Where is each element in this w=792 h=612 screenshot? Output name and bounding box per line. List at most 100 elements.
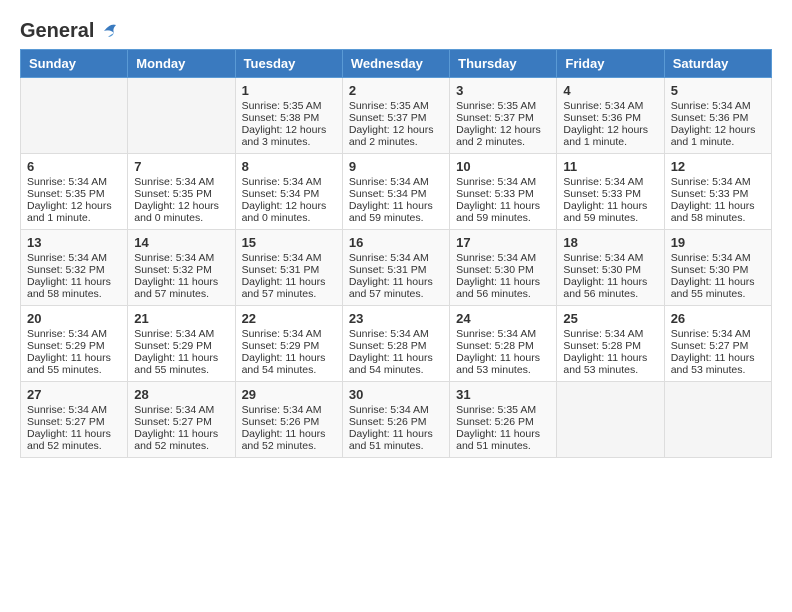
calendar-cell: 4Sunrise: 5:34 AMSunset: 5:36 PMDaylight… bbox=[557, 78, 664, 154]
calendar-cell: 5Sunrise: 5:34 AMSunset: 5:36 PMDaylight… bbox=[664, 78, 771, 154]
day-info: Sunset: 5:27 PM bbox=[27, 416, 121, 428]
calendar-cell: 14Sunrise: 5:34 AMSunset: 5:32 PMDayligh… bbox=[128, 230, 235, 306]
day-number: 7 bbox=[134, 159, 228, 174]
day-info: Daylight: 11 hours and 52 minutes. bbox=[134, 428, 228, 452]
day-info: Daylight: 11 hours and 53 minutes. bbox=[563, 352, 657, 376]
day-info: Sunrise: 5:34 AM bbox=[456, 176, 550, 188]
day-info: Daylight: 11 hours and 55 minutes. bbox=[671, 276, 765, 300]
day-info: Sunset: 5:26 PM bbox=[349, 416, 443, 428]
day-number: 11 bbox=[563, 159, 657, 174]
day-number: 20 bbox=[27, 311, 121, 326]
day-number: 3 bbox=[456, 83, 550, 98]
day-info: Sunrise: 5:35 AM bbox=[242, 100, 336, 112]
day-info: Sunset: 5:28 PM bbox=[563, 340, 657, 352]
day-info: Sunrise: 5:34 AM bbox=[242, 176, 336, 188]
day-number: 9 bbox=[349, 159, 443, 174]
day-info: Sunrise: 5:34 AM bbox=[563, 176, 657, 188]
calendar-cell: 21Sunrise: 5:34 AMSunset: 5:29 PMDayligh… bbox=[128, 306, 235, 382]
day-info: Daylight: 12 hours and 0 minutes. bbox=[134, 200, 228, 224]
day-info: Sunset: 5:29 PM bbox=[27, 340, 121, 352]
day-number: 24 bbox=[456, 311, 550, 326]
day-info: Sunrise: 5:34 AM bbox=[563, 252, 657, 264]
day-info: Daylight: 12 hours and 2 minutes. bbox=[456, 124, 550, 148]
day-info: Sunset: 5:33 PM bbox=[671, 188, 765, 200]
calendar-header-row: SundayMondayTuesdayWednesdayThursdayFrid… bbox=[21, 50, 772, 78]
day-info: Sunrise: 5:34 AM bbox=[134, 404, 228, 416]
day-info: Sunrise: 5:34 AM bbox=[456, 252, 550, 264]
day-info: Daylight: 12 hours and 1 minute. bbox=[563, 124, 657, 148]
calendar-cell: 12Sunrise: 5:34 AMSunset: 5:33 PMDayligh… bbox=[664, 154, 771, 230]
calendar-cell: 1Sunrise: 5:35 AMSunset: 5:38 PMDaylight… bbox=[235, 78, 342, 154]
day-info: Sunrise: 5:34 AM bbox=[134, 252, 228, 264]
calendar-week-row: 20Sunrise: 5:34 AMSunset: 5:29 PMDayligh… bbox=[21, 306, 772, 382]
day-info: Sunset: 5:28 PM bbox=[349, 340, 443, 352]
day-number: 18 bbox=[563, 235, 657, 250]
day-number: 25 bbox=[563, 311, 657, 326]
day-number: 29 bbox=[242, 387, 336, 402]
calendar-week-row: 13Sunrise: 5:34 AMSunset: 5:32 PMDayligh… bbox=[21, 230, 772, 306]
day-info: Sunrise: 5:34 AM bbox=[134, 176, 228, 188]
calendar-cell: 25 Sunrise: 5:34 AMSunset: 5:28 PMDayligh… bbox=[557, 306, 664, 382]
calendar-cell: 13Sunrise: 5:34 AMSunset: 5:32 PMDayligh… bbox=[21, 230, 128, 306]
day-info: Daylight: 11 hours and 55 minutes. bbox=[134, 352, 228, 376]
day-info: Sunset: 5:37 PM bbox=[456, 112, 550, 124]
day-info: Daylight: 11 hours and 59 minutes. bbox=[349, 200, 443, 224]
day-number: 26 bbox=[671, 311, 765, 326]
day-info: Sunset: 5:34 PM bbox=[349, 188, 443, 200]
logo-bird-icon bbox=[96, 19, 118, 41]
day-info: Daylight: 11 hours and 51 minutes. bbox=[456, 428, 550, 452]
page-header: General bbox=[20, 20, 772, 39]
calendar-cell bbox=[664, 382, 771, 458]
day-info: Daylight: 11 hours and 56 minutes. bbox=[563, 276, 657, 300]
calendar-cell: 24Sunrise: 5:34 AMSunset: 5:28 PMDayligh… bbox=[450, 306, 557, 382]
day-info: Sunrise: 5:34 AM bbox=[671, 176, 765, 188]
day-info: Daylight: 11 hours and 58 minutes. bbox=[27, 276, 121, 300]
day-number: 13 bbox=[27, 235, 121, 250]
day-info: Daylight: 11 hours and 52 minutes. bbox=[27, 428, 121, 452]
day-info: Sunset: 5:29 PM bbox=[242, 340, 336, 352]
day-info: Daylight: 11 hours and 59 minutes. bbox=[563, 200, 657, 224]
day-info: Daylight: 11 hours and 57 minutes. bbox=[134, 276, 228, 300]
day-info: Sunrise: 5:34 AM bbox=[27, 252, 121, 264]
day-info: Sunset: 5:33 PM bbox=[563, 188, 657, 200]
day-info: Sunset: 5:30 PM bbox=[456, 264, 550, 276]
day-info: Sunrise: 5:34 AM bbox=[27, 176, 121, 188]
day-info: Daylight: 12 hours and 2 minutes. bbox=[349, 124, 443, 148]
day-of-week-header: Thursday bbox=[450, 50, 557, 78]
day-info: Sunset: 5:27 PM bbox=[671, 340, 765, 352]
calendar-cell: 30Sunrise: 5:34 AMSunset: 5:26 PMDayligh… bbox=[342, 382, 449, 458]
day-info: Sunset: 5:32 PM bbox=[134, 264, 228, 276]
day-info: Daylight: 11 hours and 57 minutes. bbox=[349, 276, 443, 300]
day-number: 19 bbox=[671, 235, 765, 250]
day-info: Daylight: 11 hours and 53 minutes. bbox=[671, 352, 765, 376]
calendar-cell: 27Sunrise: 5:34 AMSunset: 5:27 PMDayligh… bbox=[21, 382, 128, 458]
day-info: Daylight: 12 hours and 1 minute. bbox=[27, 200, 121, 224]
day-info: Sunset: 5:26 PM bbox=[242, 416, 336, 428]
logo-general: General bbox=[20, 20, 94, 43]
day-info: Daylight: 12 hours and 0 minutes. bbox=[242, 200, 336, 224]
day-info: Sunrise: 5:34 AM bbox=[456, 328, 550, 340]
day-number: 30 bbox=[349, 387, 443, 402]
day-info: Sunset: 5:38 PM bbox=[242, 112, 336, 124]
day-number: 12 bbox=[671, 159, 765, 174]
day-info: Daylight: 11 hours and 56 minutes. bbox=[456, 276, 550, 300]
calendar-week-row: 6Sunrise: 5:34 AMSunset: 5:35 PMDaylight… bbox=[21, 154, 772, 230]
day-info: Sunrise: 5:34 AM bbox=[134, 328, 228, 340]
calendar-cell: 15Sunrise: 5:34 AMSunset: 5:31 PMDayligh… bbox=[235, 230, 342, 306]
day-info: Daylight: 11 hours and 51 minutes. bbox=[349, 428, 443, 452]
day-of-week-header: Tuesday bbox=[235, 50, 342, 78]
day-info: Sunrise: 5:34 AM bbox=[563, 328, 657, 340]
calendar-cell: 9 Sunrise: 5:34 AMSunset: 5:34 PMDaylight… bbox=[342, 154, 449, 230]
calendar-cell: 6Sunrise: 5:34 AMSunset: 5:35 PMDaylight… bbox=[21, 154, 128, 230]
day-info: Sunset: 5:36 PM bbox=[671, 112, 765, 124]
day-info: Sunrise: 5:34 AM bbox=[563, 100, 657, 112]
day-number: 2 bbox=[349, 83, 443, 98]
day-number: 8 bbox=[242, 159, 336, 174]
day-info: Sunrise: 5:34 AM bbox=[349, 176, 443, 188]
calendar-cell: 20Sunrise: 5:34 AMSunset: 5:29 PMDayligh… bbox=[21, 306, 128, 382]
calendar-cell: 19Sunrise: 5:34 AMSunset: 5:30 PMDayligh… bbox=[664, 230, 771, 306]
calendar-cell: 31Sunrise: 5:35 AMSunset: 5:26 PMDayligh… bbox=[450, 382, 557, 458]
day-info: Daylight: 11 hours and 54 minutes. bbox=[242, 352, 336, 376]
calendar-cell: 3Sunrise: 5:35 AMSunset: 5:37 PMDaylight… bbox=[450, 78, 557, 154]
day-info: Sunrise: 5:34 AM bbox=[349, 328, 443, 340]
